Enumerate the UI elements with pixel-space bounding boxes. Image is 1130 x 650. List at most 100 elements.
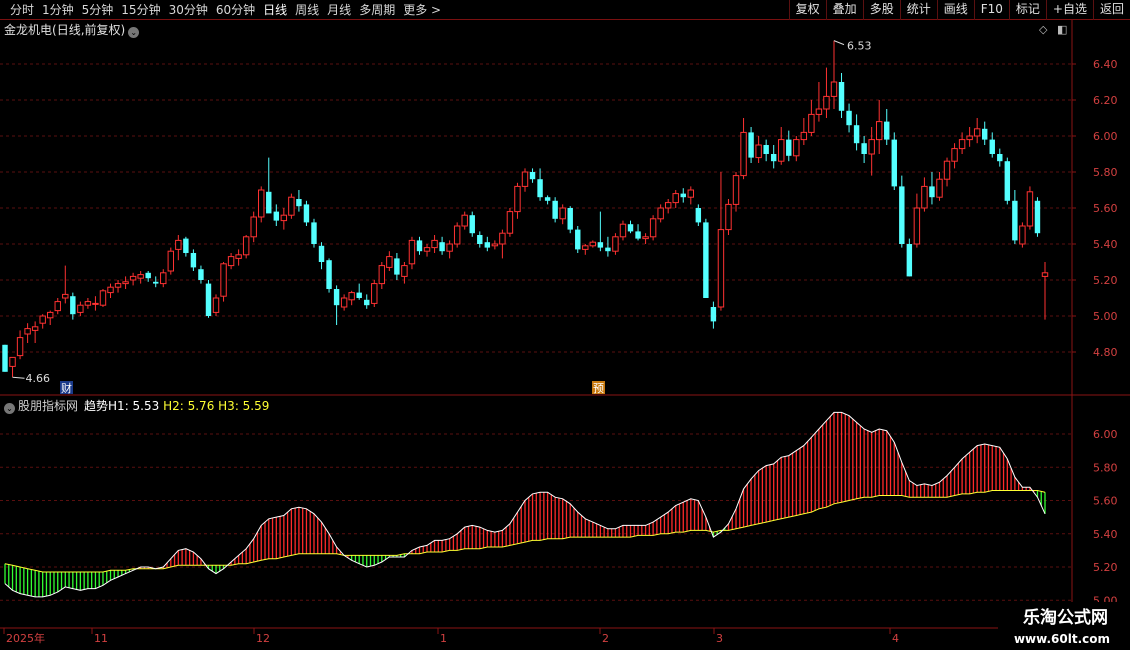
candle-body xyxy=(114,283,122,288)
diamond-icon[interactable]: ◇ xyxy=(1039,23,1047,36)
candle-body xyxy=(1026,191,1034,227)
candle-body xyxy=(884,121,890,140)
toolbar-action-3[interactable]: 统计 xyxy=(899,0,937,20)
candle-body xyxy=(1034,200,1041,234)
candle-body xyxy=(597,242,604,248)
panel-toggle-icon[interactable]: ◧ xyxy=(1057,23,1067,36)
period-tab-3[interactable]: 15分钟 xyxy=(117,2,164,18)
candle-body xyxy=(1019,225,1026,245)
period-tab-7[interactable]: 周线 xyxy=(291,2,323,18)
candle-body xyxy=(958,139,966,150)
candle-body xyxy=(710,307,717,322)
candle-body xyxy=(54,301,61,312)
toolbar-action-0[interactable]: 复权 xyxy=(788,0,826,20)
high-price-label: 6.53 xyxy=(847,40,872,53)
candle-body xyxy=(786,139,792,156)
dropdown-icon[interactable]: ⌄ xyxy=(4,403,15,414)
candle-body xyxy=(521,171,529,187)
indicator-title[interactable]: ⌄ 股朋指标网 趋势H1: 5.53 H2: 5.76 H3: 5.59 xyxy=(4,398,269,414)
candle-body xyxy=(899,186,905,244)
candle-body xyxy=(333,289,340,306)
candle-body xyxy=(84,301,92,306)
candle-body xyxy=(227,256,235,267)
candle-body xyxy=(846,110,852,126)
toolbar-action-4[interactable]: 画线 xyxy=(936,0,974,20)
candle-body xyxy=(356,292,362,298)
candle-body xyxy=(936,178,943,198)
candle-body xyxy=(627,224,634,232)
candle-body xyxy=(544,197,551,201)
period-tab-8[interactable]: 月线 xyxy=(323,2,355,18)
period-tab-1[interactable]: 1分钟 xyxy=(38,2,78,18)
indicator-tick-label: 5.80 xyxy=(1093,461,1118,474)
badge-cai: 财 xyxy=(61,381,72,395)
kline-chart[interactable]: 6.40 6.20 6.00 5.80 5.60 5.40 5.20 5.00 4.80 6.00… xyxy=(0,20,1130,650)
watermark: 乐淘公式网 www.60lt.com xyxy=(998,602,1130,650)
candle-body xyxy=(732,175,740,205)
candle-body xyxy=(364,299,370,306)
candle-body xyxy=(99,290,107,306)
period-tab-6[interactable]: 日线 xyxy=(259,2,291,18)
candle-body xyxy=(190,253,197,268)
toolbar-action-7[interactable]: +自选 xyxy=(1045,0,1093,20)
toolbar-action-5[interactable]: F10 xyxy=(973,0,1009,20)
candle-body xyxy=(431,239,438,249)
period-tab-5[interactable]: 60分钟 xyxy=(212,2,259,18)
period-tab-10[interactable]: 更多 > xyxy=(399,2,445,18)
candle-body xyxy=(642,236,649,240)
candle-body xyxy=(906,244,913,277)
candle-body xyxy=(378,265,386,285)
candle-body xyxy=(461,214,468,227)
candle-body xyxy=(326,260,332,289)
candle-body xyxy=(981,128,988,140)
time-tick-label: 1 xyxy=(440,632,447,645)
candle-body xyxy=(537,179,543,198)
candle-body xyxy=(1004,161,1011,201)
toolbar-action-1[interactable]: 叠加 xyxy=(825,0,863,20)
dropdown-icon[interactable]: ⌄ xyxy=(128,27,140,38)
candle-body xyxy=(70,296,76,315)
candle-body xyxy=(401,265,408,277)
candle-body xyxy=(703,222,709,298)
candle-body xyxy=(770,154,777,162)
candle-body xyxy=(416,240,423,252)
toolbar-actions: 复权 叠加 多股 统计 画线 F10 标记 +自选 返回 xyxy=(788,0,1130,20)
period-tab-0[interactable]: 分时 xyxy=(6,2,38,18)
candle-body xyxy=(763,145,769,154)
candle-body xyxy=(589,241,597,247)
candle-body xyxy=(913,207,921,245)
price-tick-label: 6.00 xyxy=(1093,130,1118,143)
price-tick-label: 6.20 xyxy=(1093,94,1118,107)
candle-body xyxy=(453,225,461,245)
candle-body xyxy=(559,207,566,220)
candle-body xyxy=(16,337,24,357)
toolbar-action-6[interactable]: 标记 xyxy=(1008,0,1046,20)
candle-body xyxy=(1012,200,1018,241)
period-tab-4[interactable]: 30分钟 xyxy=(165,2,212,18)
period-tab-2[interactable]: 5分钟 xyxy=(78,2,118,18)
candle-body xyxy=(966,135,973,141)
candle-body xyxy=(296,199,302,207)
candle-body xyxy=(386,256,393,268)
candle-body xyxy=(838,82,845,111)
candle-body xyxy=(929,186,935,198)
candle-body xyxy=(446,243,453,252)
toolbar-action-8[interactable]: 返回 xyxy=(1092,0,1130,20)
period-tab-9[interactable]: 多周期 xyxy=(355,2,399,18)
candle-body xyxy=(2,344,8,372)
candle-body xyxy=(1041,272,1049,277)
price-tick-label: 4.80 xyxy=(1093,346,1118,359)
time-tick-label: 3 xyxy=(716,632,723,645)
candle-body xyxy=(514,185,521,213)
candle-body xyxy=(725,203,732,231)
candle-body xyxy=(122,281,129,285)
candle-body xyxy=(853,125,860,144)
candle-body xyxy=(423,247,431,252)
stock-title[interactable]: 金龙机电(日线,前复权) ⌄ xyxy=(4,22,140,38)
toolbar-action-2[interactable]: 多股 xyxy=(862,0,900,20)
candle-body xyxy=(973,128,981,137)
period-tabs: 分时 1分钟 5分钟 15分钟 30分钟 60分钟 日线 周线 月线 多周期 更多 > xyxy=(6,2,445,18)
chart-toolbar: 分时 1分钟 5分钟 15分钟 30分钟 60分钟 日线 周线 月线 多周期 更多 > 复权 叠加 多股… xyxy=(0,0,1130,20)
price-tick-label: 5.60 xyxy=(1093,202,1118,215)
candle-body xyxy=(778,139,785,162)
